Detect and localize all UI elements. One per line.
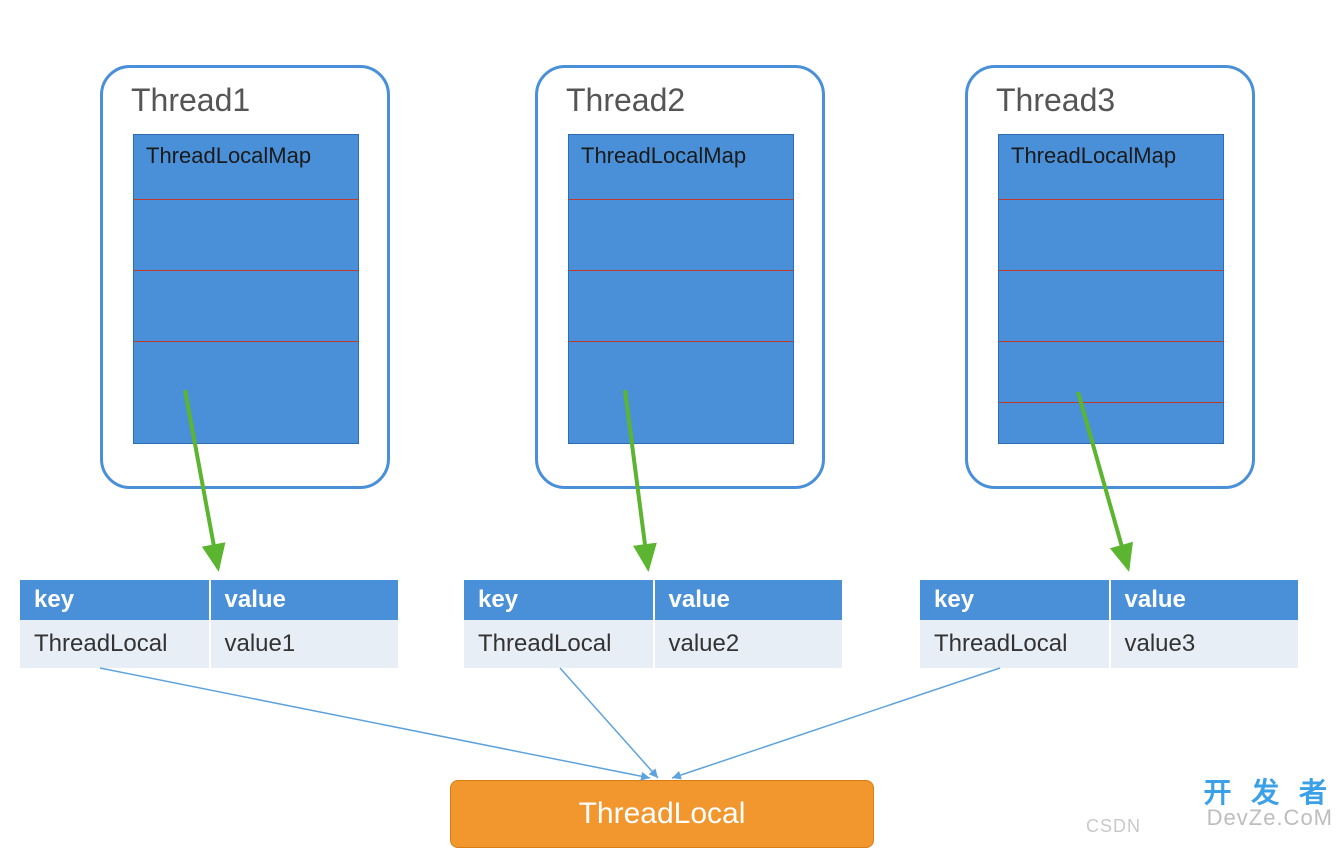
map-divider xyxy=(999,402,1223,403)
thread-box-3: Thread3 ThreadLocalMap xyxy=(965,65,1255,489)
arrow-key-to-threadlocal-3 xyxy=(672,668,1000,778)
map-divider xyxy=(999,341,1223,342)
map-divider xyxy=(569,341,793,342)
thread-title: Thread1 xyxy=(103,68,387,119)
kv-cell-key: ThreadLocal xyxy=(920,620,1110,668)
kv-cell-value: value1 xyxy=(210,620,400,668)
kv-header-key: key xyxy=(920,580,1110,620)
map-divider xyxy=(134,341,358,342)
watermark-devze: DevZe.CoM xyxy=(1203,807,1333,829)
thread-box-1: Thread1 ThreadLocalMap xyxy=(100,65,390,489)
thread-box-2: Thread2 ThreadLocalMap xyxy=(535,65,825,489)
arrow-key-to-threadlocal-1 xyxy=(100,668,650,778)
kv-header-key: key xyxy=(464,580,654,620)
kv-table-2: key value ThreadLocal value2 xyxy=(464,580,844,668)
kv-header-key: key xyxy=(20,580,210,620)
map-divider xyxy=(999,270,1223,271)
threadlocalmap-box: ThreadLocalMap xyxy=(133,134,359,444)
map-divider xyxy=(134,199,358,200)
map-divider xyxy=(134,270,358,271)
kv-header-value: value xyxy=(654,580,844,620)
watermark-right: 开 发 者 DevZe.CoM xyxy=(1203,779,1333,829)
arrow-key-to-threadlocal-2 xyxy=(560,668,658,778)
kv-table-3: key value ThreadLocal value3 xyxy=(920,580,1300,668)
thread-title: Thread2 xyxy=(538,68,822,119)
threadlocalmap-label: ThreadLocalMap xyxy=(999,135,1223,169)
kv-cell-key: ThreadLocal xyxy=(20,620,210,668)
threadlocal-box: ThreadLocal xyxy=(450,780,874,848)
watermark-chinese: 开 发 者 xyxy=(1203,779,1333,807)
kv-cell-value: value2 xyxy=(654,620,844,668)
kv-table-1: key value ThreadLocal value1 xyxy=(20,580,400,668)
threadlocalmap-box: ThreadLocalMap xyxy=(568,134,794,444)
threadlocalmap-box: ThreadLocalMap xyxy=(998,134,1224,444)
threadlocalmap-label: ThreadLocalMap xyxy=(569,135,793,169)
map-divider xyxy=(999,199,1223,200)
threadlocal-label: ThreadLocal xyxy=(579,797,746,831)
kv-header-value: value xyxy=(210,580,400,620)
map-divider xyxy=(569,270,793,271)
kv-header-value: value xyxy=(1110,580,1300,620)
map-divider xyxy=(569,199,793,200)
watermark-csdn: CSDN xyxy=(1086,816,1141,837)
thread-title: Thread3 xyxy=(968,68,1252,119)
kv-cell-key: ThreadLocal xyxy=(464,620,654,668)
threadlocalmap-label: ThreadLocalMap xyxy=(134,135,358,169)
kv-cell-value: value3 xyxy=(1110,620,1300,668)
